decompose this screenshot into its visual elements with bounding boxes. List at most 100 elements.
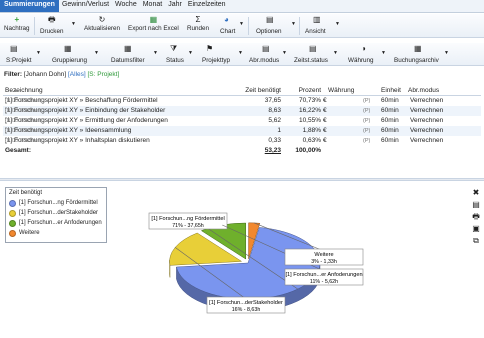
waehrung-filter[interactable]: ◑ Währung ▼ — [345, 44, 387, 66]
slice-callout: [1] Forschun...ng Fördermittel71% - 37,6… — [148, 212, 228, 230]
export-icon[interactable]: ▤ — [472, 199, 480, 211]
gruppierung-filter[interactable]: ▦ Gruppierung ▼ — [50, 44, 100, 66]
chevron-down-icon: ▼ — [36, 50, 41, 56]
drucken-button[interactable]: 🖶 Drucken ▼ — [38, 15, 78, 37]
row-currency: € — [323, 97, 327, 104]
row-unit: 60min — [381, 97, 399, 104]
row-pct: 1,88% — [302, 127, 321, 134]
row-mode: Verrechnen — [410, 127, 444, 134]
zeitstatus-filter[interactable]: ▤ Zeitst.status ▼ — [293, 44, 339, 66]
table-row[interactable]: [1] Forschungsprojekt XY » Inhaltsplan d… — [3, 136, 481, 146]
close-icon[interactable]: ✖ — [473, 187, 480, 199]
row-cost: (0,00 €/60min) — [5, 118, 43, 124]
separator — [299, 17, 300, 35]
tab-monat[interactable]: Monat — [140, 0, 165, 12]
calendar-icon: ▦ — [124, 44, 132, 53]
row-pct: 0,63% — [302, 137, 321, 144]
slice-label: [1] Forschun...derStakeholder — [209, 300, 283, 306]
slice-callout: [1] Forschun...er Anfoderungen11% - 5,62… — [284, 268, 364, 286]
chart-button[interactable]: ◕ Chart ▼ — [217, 15, 245, 37]
row-cost: (0,00 €/60min) — [5, 128, 43, 134]
buchungsarchiv-filter[interactable]: ▦ Buchungsarchiv ▼ — [392, 44, 450, 66]
row-currency: € — [323, 127, 327, 134]
row-cost: (0,00 €/60min) — [5, 108, 43, 114]
tab-summierungen[interactable]: Summierungen — [0, 0, 59, 12]
row-unit: 60min — [381, 137, 399, 144]
projekttyp-filter[interactable]: ⚑ Projekttyp ▼ — [200, 44, 244, 66]
sprojekt-filter[interactable]: ▤ S:Projekt ▼ — [4, 44, 42, 66]
optionen-button[interactable]: ▤ Optionen ▼ — [252, 15, 296, 37]
plus-icon: + — [14, 15, 20, 24]
table-header: Bezeichnung ▲ Zeit benötigt Prozent Währu… — [3, 86, 481, 96]
copy-icon[interactable]: ⧉ — [473, 235, 479, 247]
filter-alles-link[interactable]: [Alles] — [68, 71, 86, 78]
col-zeit[interactable]: Zeit benötigt — [245, 86, 281, 96]
tab-gewinn-verlust[interactable]: Gewinn/Verlust — [59, 0, 112, 12]
row-time: 8,63 — [268, 107, 281, 114]
col-prozent[interactable]: Prozent — [299, 86, 321, 96]
summary-table: Bezeichnung ▲ Zeit benötigt Prozent Währu… — [3, 86, 481, 156]
chevron-down-icon: ▼ — [444, 50, 449, 56]
row-currency: € — [323, 117, 327, 124]
billing-mode-icon: ▤ — [262, 44, 270, 53]
table-row[interactable]: [1] Forschungsprojekt XY » Ideensammlung… — [3, 126, 481, 136]
tab-jahr[interactable]: Jahr — [165, 0, 185, 12]
row-time: 0,33 — [268, 137, 281, 144]
abrmodus-filter[interactable]: ▤ Abr.modus ▼ — [248, 44, 288, 66]
row-unit: 60min — [381, 127, 399, 134]
chart-area: Zeit benötigt [1] Forschun...ng Fördermi… — [0, 181, 484, 338]
legend-swatch — [9, 209, 16, 217]
status-filter[interactable]: ⧩ Status ▼ — [164, 44, 194, 66]
row-cost: (0,00 €/60min) — [5, 98, 43, 104]
nachtrag-button[interactable]: + Nachtrag — [4, 15, 30, 37]
tab-einzelzeiten[interactable]: Einzelzeiten — [185, 0, 229, 12]
chevron-down-icon: ▼ — [239, 21, 244, 27]
funnel-icon: ⧩ — [170, 44, 178, 53]
printer-icon[interactable]: 🖶 — [472, 211, 480, 223]
col-abrmodus[interactable]: Abr.modus — [408, 86, 439, 96]
legend-swatch — [9, 229, 16, 237]
runden-button[interactable]: Σ Runden — [187, 15, 209, 37]
slice-detail: 16% - 8,63h — [232, 307, 261, 313]
table-row[interactable]: [1] Forschungsprojekt XY » Beschaffung F… — [3, 96, 481, 106]
table-row[interactable]: [1] Forschungsprojekt XY » Ermittlung de… — [3, 116, 481, 126]
row-pct: 10,55% — [298, 117, 321, 124]
slice-callout: [1] Forschun...derStakeholder16% - 8,63h — [206, 296, 286, 314]
row-unit: 60min — [381, 117, 399, 124]
chevron-down-icon: ▼ — [238, 50, 243, 56]
slice-detail: 71% - 37,65h — [172, 223, 204, 229]
project-icon: ▤ — [10, 44, 18, 53]
pie-chart: [1] Forschun...ng Fördermittel71% - 37,6… — [148, 212, 364, 314]
slice-label: [1] Forschun...ng Fördermittel — [151, 216, 224, 222]
slice-label: Weitere — [314, 252, 333, 258]
ansicht-button[interactable]: ▥ Ansicht ▼ — [303, 15, 343, 37]
filter-user: [Johann Dohn] — [23, 71, 67, 78]
table-row[interactable]: [1] Forschungsprojekt XY » Einbindung de… — [3, 106, 481, 116]
legend-swatch — [9, 219, 16, 227]
save-icon[interactable]: ▣ — [472, 223, 480, 235]
export-excel-button[interactable]: ▦ Export nach Excel — [128, 15, 179, 37]
legend-label: Weitere — [19, 230, 40, 236]
row-time: 1 — [277, 127, 281, 134]
printer-icon: 🖶 — [48, 15, 56, 24]
slice-label: [1] Forschun...er Anfoderungen — [285, 272, 362, 278]
row-flag: (P) — [363, 98, 371, 104]
col-waehrung[interactable]: Währung — [328, 86, 354, 96]
aktualisieren-button[interactable]: ↻ Aktualisieren — [84, 15, 120, 37]
tab-woche[interactable]: Woche — [112, 0, 140, 12]
row-time: 5,62 — [268, 117, 281, 124]
chevron-down-icon: ▼ — [282, 50, 287, 56]
chevron-down-icon: ▼ — [333, 50, 338, 56]
filter-sprojekt-link[interactable]: [S: Projekt] — [88, 71, 120, 78]
currency-icon: ◑ — [361, 44, 366, 53]
datumsfilter-filter[interactable]: ▦ Datumsfilter ▼ — [108, 44, 158, 66]
col-einheit[interactable]: Einheit — [381, 86, 401, 96]
legend-swatch — [9, 199, 16, 207]
chevron-down-icon: ▼ — [153, 50, 158, 56]
sigma-icon: Σ — [195, 15, 201, 24]
view-icon: ▥ — [313, 15, 321, 24]
row-currency: € — [323, 107, 327, 114]
row-flag: (P) — [363, 118, 371, 124]
row-flag: (P) — [363, 138, 371, 144]
row-cost: (0,00 €/60min) — [5, 138, 43, 144]
